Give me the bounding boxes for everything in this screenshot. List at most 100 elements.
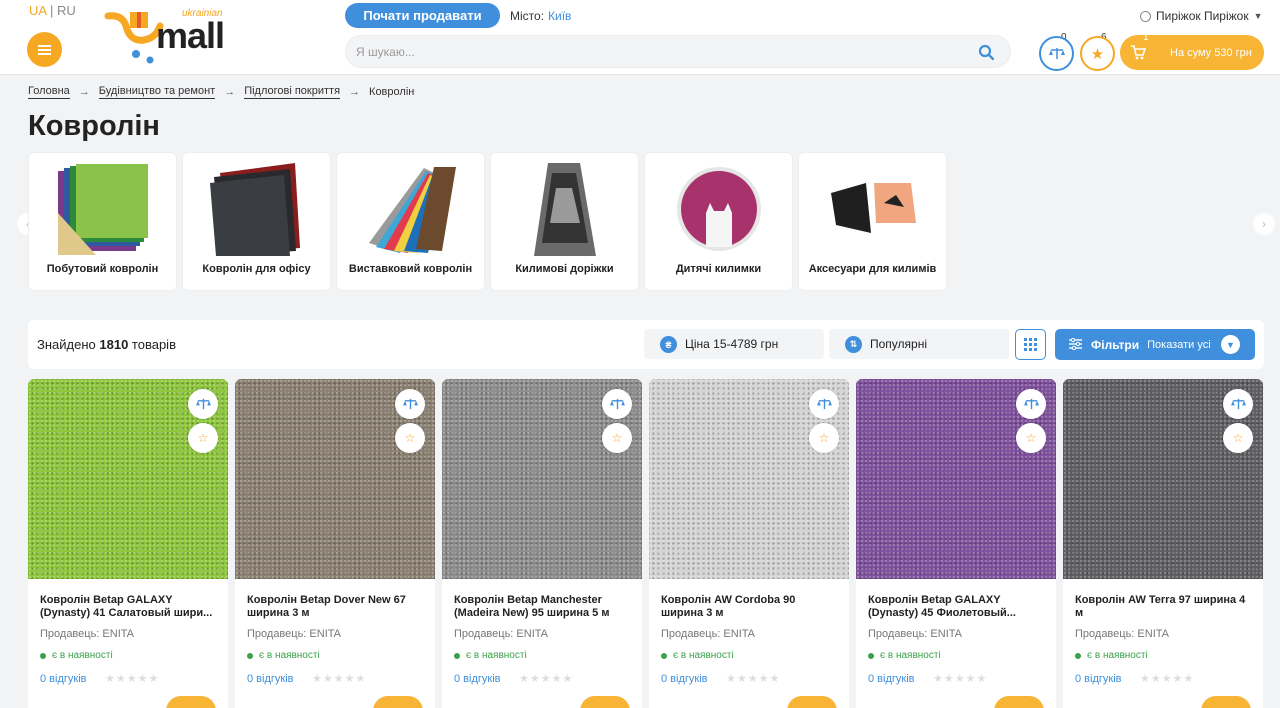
favorite-button[interactable]: ☆ — [809, 423, 839, 453]
breadcrumb-flooring[interactable]: Підлогові покриття — [244, 85, 341, 99]
lang-ua[interactable]: UA — [29, 3, 46, 18]
grid-view-button[interactable] — [1015, 329, 1046, 360]
product-title[interactable]: Ковролін Betap GALAXY (Dynasty) 41 Салат… — [40, 594, 218, 620]
star-icon: ☆ — [1025, 431, 1037, 445]
buy-button[interactable] — [787, 696, 837, 708]
category-label: Аксесуари для килимів — [808, 263, 937, 275]
buy-button[interactable] — [580, 696, 630, 708]
buy-button[interactable] — [1201, 696, 1251, 708]
favorites-button[interactable]: ★ — [1080, 36, 1115, 71]
user-menu[interactable]: Пиріжок Пиріжок ▼ — [1140, 9, 1263, 23]
favorite-button[interactable]: ☆ — [395, 423, 425, 453]
category-card[interactable]: Побутовий ковролін — [28, 152, 177, 291]
filters-show-all: Показати усі — [1147, 338, 1211, 351]
breadcrumb-current: Ковролін — [369, 86, 415, 98]
compare-button[interactable] — [1016, 389, 1046, 419]
reviews-link[interactable]: 0 відгуків — [247, 673, 294, 685]
cart-icon — [1131, 45, 1146, 60]
language-switcher: UA | RU — [29, 3, 76, 18]
product-title[interactable]: Ковролін Betap Dover New 67 ширина 3 м — [247, 594, 425, 620]
reviews-link[interactable]: 0 відгуків — [454, 673, 501, 685]
compare-button[interactable] — [395, 389, 425, 419]
compare-button[interactable] — [188, 389, 218, 419]
compare-button[interactable] — [1039, 36, 1074, 71]
product-title[interactable]: Ковролін AW Terra 97 ширина 4 м — [1075, 594, 1253, 620]
reviews-link[interactable]: 0 відгуків — [1075, 673, 1122, 685]
scales-icon — [195, 398, 211, 409]
compare-button[interactable] — [602, 389, 632, 419]
filters-label: Фільтри — [1091, 337, 1140, 352]
breadcrumb-construction[interactable]: Будівництво та ремонт — [98, 85, 216, 99]
scales-icon — [1048, 47, 1065, 59]
buy-button[interactable] — [373, 696, 423, 708]
star-icon: ☆ — [404, 431, 416, 445]
category-image — [369, 167, 456, 253]
price-filter-label: Ціна 15-4789 грн — [685, 337, 779, 351]
category-card[interactable]: Виставковий ковролін — [336, 152, 485, 291]
cart-button[interactable]: 1 На суму 530 грн — [1120, 32, 1264, 70]
product-title[interactable]: Ковролін AW Cordoba 90 ширина 3 м — [661, 594, 839, 620]
buy-button[interactable] — [166, 696, 216, 708]
product-card[interactable]: ☆ Ковролін AW Terra 97 ширина 4 м Продавец… — [1063, 379, 1263, 708]
logo-text: mall — [156, 15, 225, 56]
product-title[interactable]: Ковролін Betap GALAXY (Dynasty) 45 Фиоле… — [868, 594, 1046, 620]
reviews-link[interactable]: 0 відгуків — [661, 673, 708, 685]
product-card[interactable]: ☆ Ковролін Betap GALAXY (Dynasty) 41 Сала… — [28, 379, 228, 708]
search-input[interactable] — [356, 42, 956, 62]
start-selling-button[interactable]: Почати продавати — [345, 3, 500, 28]
breadcrumb-home[interactable]: Головна — [28, 85, 70, 99]
compare-button[interactable] — [1223, 389, 1253, 419]
filters-button[interactable]: Фільтри Показати усі ▼ — [1055, 329, 1255, 360]
product-title[interactable]: Ковролін Betap Manchester (Madeira New) … — [454, 594, 632, 620]
category-label: Дитячі килимки — [675, 263, 762, 275]
product-card[interactable]: ☆ Ковролін AW Cordoba 90 ширина 3 м Продав… — [649, 379, 849, 708]
compare-button[interactable] — [809, 389, 839, 419]
arrow-right-icon: → — [224, 86, 236, 98]
site-logo[interactable]: ukrainian mall — [104, 2, 266, 70]
lang-ru[interactable]: RU — [57, 3, 76, 18]
product-seller: Продавець: ENITA — [454, 628, 548, 640]
favorite-button[interactable]: ☆ — [188, 423, 218, 453]
city-value[interactable]: Київ — [548, 9, 571, 23]
star-icon: ☆ — [818, 431, 830, 445]
product-seller: Продавець: ENITA — [1075, 628, 1169, 640]
search-icon[interactable] — [978, 44, 994, 60]
scales-icon — [402, 398, 418, 409]
city-selector[interactable]: Місто: Київ — [510, 9, 571, 23]
category-card[interactable]: Килимові доріжки — [490, 152, 639, 291]
stock-dot-icon — [661, 652, 667, 659]
star-icon: ☆ — [197, 431, 209, 445]
product-card[interactable]: ☆ Ковролін Betap Dover New 67 ширина 3 м П… — [235, 379, 435, 708]
site-header: UA | RU ukrainian mall Почати продавати … — [0, 0, 1280, 75]
favorite-button[interactable]: ☆ — [1016, 423, 1046, 453]
category-card[interactable]: Ковролін для офісу — [182, 152, 331, 291]
sort-icon: ⇅ — [845, 336, 862, 353]
product-card[interactable]: ☆ Ковролін Betap Manchester (Madeira New)… — [442, 379, 642, 708]
catalog-menu-button[interactable] — [27, 32, 62, 67]
sort-select[interactable]: ⇅ Популярні — [829, 329, 1009, 359]
product-card[interactable]: ☆ Ковролін Betap GALAXY (Dynasty) 45 Фиол… — [856, 379, 1056, 708]
rating-stars-icon: ★★★★★ — [933, 673, 988, 685]
buy-button[interactable] — [994, 696, 1044, 708]
lang-separator: | — [49, 3, 54, 18]
subcategory-carousel: Побутовий ковролін Ковролін для офісу Ви… — [28, 152, 947, 291]
scales-icon — [1023, 398, 1039, 409]
stock-dot-icon — [868, 652, 874, 659]
category-image — [210, 163, 300, 256]
search-bar — [345, 35, 1011, 68]
reviews-link[interactable]: 0 відгуків — [40, 673, 87, 685]
stock-dot-icon — [454, 652, 460, 659]
category-card[interactable]: Дитячі килимки — [644, 152, 793, 291]
chevron-down-icon: ▼ — [1253, 11, 1263, 21]
page-title: Ковролін — [28, 110, 160, 142]
category-card[interactable]: Аксесуари для килимів — [798, 152, 947, 291]
star-icon: ☆ — [1232, 431, 1244, 445]
grid-icon — [1024, 338, 1037, 351]
category-image — [677, 167, 761, 251]
reviews-link[interactable]: 0 відгуків — [868, 673, 915, 685]
sort-label: Популярні — [870, 337, 927, 351]
favorite-button[interactable]: ☆ — [602, 423, 632, 453]
price-filter[interactable]: ₴ Ціна 15-4789 грн — [644, 329, 824, 359]
carousel-next-button[interactable]: › — [1253, 213, 1275, 235]
favorite-button[interactable]: ☆ — [1223, 423, 1253, 453]
